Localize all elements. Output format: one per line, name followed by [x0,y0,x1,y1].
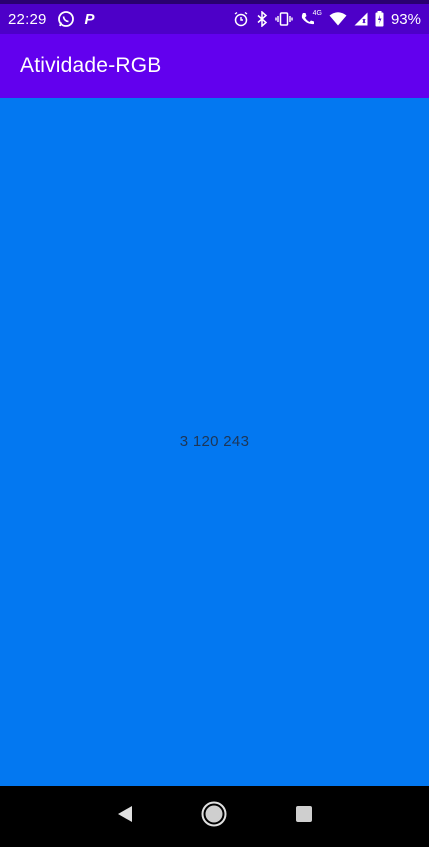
recents-button[interactable] [284,797,324,837]
back-button[interactable] [105,797,145,837]
battery-icon [375,11,384,27]
vibrate-icon [274,11,293,27]
status-right: 4G 93% [233,10,421,28]
app-bar: Atividade-RGB [0,34,429,98]
home-button[interactable] [194,797,234,837]
app-title: Atividade-RGB [20,54,162,77]
call-4g-icon: 4G [300,10,322,27]
status-left: 22:29 P [8,10,95,28]
recents-icon [295,805,313,828]
whatsapp-icon [57,10,75,28]
rgb-color-display: 3 120 243 [0,98,429,786]
rgb-values-text: 3 120 243 [179,433,250,450]
status-bar: 22:29 P 4G 93% [0,0,429,34]
wifi-icon [329,12,347,26]
home-icon [200,800,228,833]
bluetooth-icon [256,11,268,27]
navigation-bar [0,786,429,847]
phone-screen: 22:29 P 4G 93% Atividade-RGB 3 120 243 [0,0,429,847]
p-icon: P [84,10,95,28]
signal-icon [354,12,368,26]
alarm-icon [233,11,249,27]
network-type-label: 4G [312,10,322,17]
battery-percentage: 93% [390,10,421,28]
back-icon [115,804,135,829]
status-time: 22:29 [8,10,47,28]
